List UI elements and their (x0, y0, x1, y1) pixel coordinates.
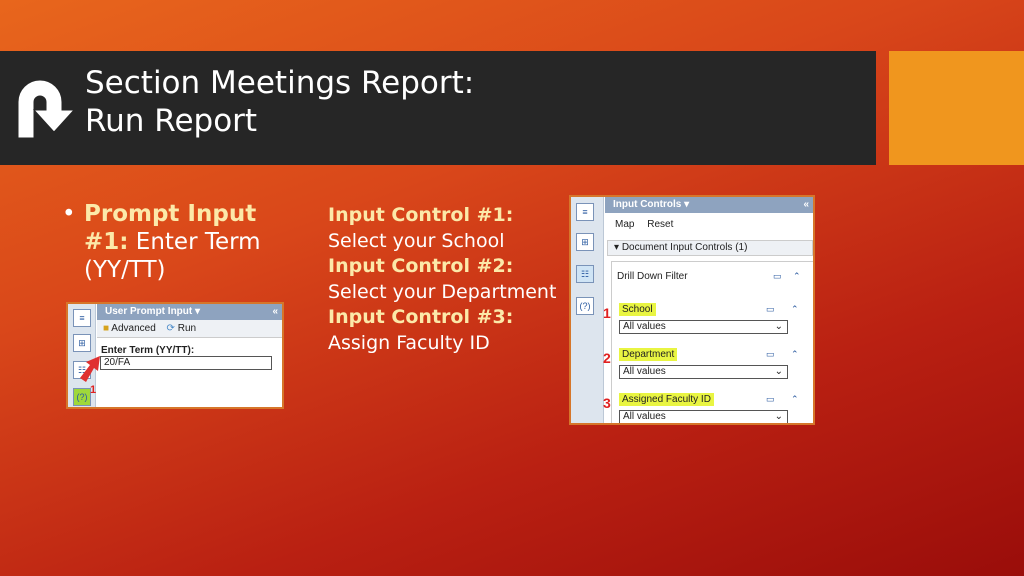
collapse-icon[interactable]: ⌃ (791, 304, 799, 315)
u-turn-arrow-icon (17, 79, 76, 139)
faculty-id-label: Assigned Faculty ID (619, 393, 714, 406)
title-line-1: Section Meetings Report: (85, 65, 475, 101)
faculty-id-select[interactable]: All values ⌄ (619, 410, 788, 423)
term-input[interactable]: 20/FA (100, 356, 272, 370)
input-controls-icon[interactable]: ☷ (576, 265, 594, 283)
reset-button[interactable]: Reset (647, 219, 673, 230)
collapse-icon[interactable]: ⌃ (791, 349, 799, 360)
marker-1: 1 (603, 305, 611, 321)
map-button[interactable]: Map (615, 219, 634, 230)
filter-icon[interactable]: ▭ (766, 394, 775, 405)
collapse-icon[interactable]: ⌃ (793, 271, 801, 282)
document-icon: ≡ (576, 203, 594, 221)
advanced-button[interactable]: Advanced (111, 323, 155, 334)
prompt-icon[interactable]: (?) (576, 297, 594, 315)
red-arrow-icon (80, 356, 100, 382)
marker-3: 3 (603, 395, 611, 411)
chevron-down-icon: ⌄ (774, 321, 783, 332)
title-line-2: Run Report (85, 103, 258, 139)
slide-title: Section Meetings Report: Run Report (85, 64, 474, 140)
document-icon: ≡ (73, 309, 91, 327)
input-controls-screenshot: ≡ ⊞ ☷ (?) Input Controls ▾ « Map Reset ▾ … (569, 195, 815, 425)
panel-header: User Prompt Input ▾ « (97, 304, 282, 320)
bullet-prompt-input: • Prompt Input #1: Enter Term (YY/TT) (62, 201, 261, 283)
advanced-icon: ■ (103, 323, 110, 334)
run-button[interactable]: Run (178, 323, 196, 334)
department-select[interactable]: All values ⌄ (619, 365, 788, 379)
school-select[interactable]: All values ⌄ (619, 320, 788, 334)
collapse-icon[interactable]: ⌃ (791, 394, 799, 405)
input-controls-list: Input Control #1: Select your School Inp… (328, 203, 556, 357)
side-toolbar: ≡ ⊞ ☷ (?) (571, 197, 604, 423)
ic3-heading: Input Control #3: (328, 306, 514, 329)
ic2-heading: Input Control #2: (328, 255, 514, 278)
filter-icon[interactable]: ▭ (766, 349, 775, 360)
department-label: Department (619, 348, 678, 361)
ic1-heading: Input Control #1: (328, 204, 514, 226)
accent-square (889, 51, 1024, 165)
filter-icon[interactable]: ▭ (766, 304, 775, 315)
marker-1: 1 (90, 384, 97, 396)
ic3-text: Assign Faculty ID (328, 331, 490, 354)
drill-down-filter-label: Drill Down Filter (617, 271, 688, 282)
run-icon: ⟳ (166, 323, 175, 334)
panel-header: Input Controls ▾ « (605, 197, 813, 213)
prompt-icon[interactable]: (?) (73, 388, 91, 406)
prompt-panel-screenshot: ≡ ⊞ ☷ (?) User Prompt Input ▾ « ■ Advance… (66, 302, 284, 409)
ic2-text: Select your Department (328, 280, 557, 303)
chevron-down-icon: ⌄ (774, 366, 783, 377)
marker-2: 2 (603, 350, 611, 366)
term-label: Enter Term (YY/TT): (101, 345, 195, 356)
chevron-down-icon: ⌄ (774, 411, 783, 422)
tree-icon: ⊞ (73, 334, 91, 352)
tree-icon: ⊞ (576, 233, 594, 251)
ic1-text: Select your School (328, 229, 505, 252)
school-label: School (619, 303, 656, 316)
filter-icon[interactable]: ▭ (773, 271, 782, 282)
document-input-controls-section[interactable]: ▾ Document Input Controls (1) (607, 240, 813, 256)
